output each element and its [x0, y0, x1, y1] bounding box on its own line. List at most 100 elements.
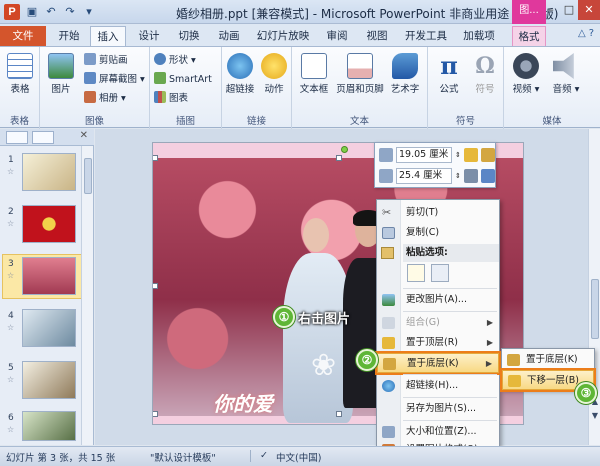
- resize-handle[interactable]: [153, 155, 158, 161]
- tab-design[interactable]: 设计: [132, 26, 166, 46]
- slide-thumbnail-6[interactable]: 6 ☆: [0, 411, 82, 441]
- equation-button[interactable]: π 公式: [434, 53, 464, 96]
- rotate-handle[interactable]: [341, 146, 348, 153]
- theme-status: "默认设计模板": [150, 453, 216, 464]
- screenshot-button[interactable]: 屏幕截图 ▾: [84, 72, 145, 88]
- paste-keep-source-icon[interactable]: [407, 264, 425, 282]
- thumbnail-image: [22, 153, 76, 191]
- table-button[interactable]: 表格: [6, 53, 34, 95]
- spinner-icon[interactable]: ⇕: [455, 151, 461, 159]
- shapes-icon: [154, 53, 166, 65]
- undo-icon[interactable]: ↶: [43, 4, 59, 20]
- close-icon[interactable]: ✕: [80, 130, 88, 141]
- language-status[interactable]: 中文(中国): [276, 450, 321, 464]
- speaker-icon: [553, 53, 574, 79]
- send-back-icon[interactable]: [480, 148, 495, 162]
- chart-icon: [154, 91, 166, 103]
- maximize-icon[interactable]: □: [560, 0, 578, 20]
- send-backward-icon: [508, 375, 521, 387]
- slide-thumbnail-2[interactable]: 2 ☆: [0, 205, 82, 251]
- minimize-ribbon-icon[interactable]: △: [578, 28, 586, 39]
- tab-addins[interactable]: 加载项: [458, 26, 500, 46]
- resize-handle[interactable]: [153, 411, 158, 417]
- scrollbar-thumb[interactable]: [591, 279, 599, 339]
- step-1-label: 右击图片: [298, 312, 351, 327]
- check-icon[interactable]: ✓: [260, 450, 268, 461]
- customize-qat-icon[interactable]: ▾: [81, 4, 97, 20]
- menu-item-group[interactable]: 组合(G) ▶: [377, 313, 499, 333]
- rotate-icon[interactable]: [480, 169, 495, 183]
- thumbnail-scrollbar[interactable]: [81, 146, 93, 445]
- tab-developer[interactable]: 开发工具: [400, 26, 452, 46]
- clipart-button[interactable]: 剪贴画: [84, 53, 128, 69]
- help-icon[interactable]: ?: [589, 28, 594, 39]
- tab-transitions[interactable]: 切换: [172, 26, 206, 46]
- spinner-icon[interactable]: ⇕: [455, 172, 461, 180]
- audio-button[interactable]: 音频 ▾: [550, 53, 582, 95]
- bring-front-icon[interactable]: [463, 148, 478, 162]
- menu-item-send-to-back[interactable]: 置于底层(K) ▶: [375, 351, 501, 375]
- height-input[interactable]: 19.05 厘米: [396, 147, 452, 163]
- send-back-icon: [507, 354, 520, 366]
- animation-star-icon: ☆: [7, 375, 15, 384]
- resize-handle[interactable]: [153, 283, 158, 289]
- resize-handle[interactable]: [336, 155, 342, 161]
- width-input[interactable]: 25.4 厘米: [396, 168, 452, 184]
- header-footer-button[interactable]: 页眉和页脚: [334, 53, 386, 95]
- animation-star-icon: ☆: [7, 271, 15, 280]
- slide-thumbnail-1[interactable]: 1 ☆: [0, 153, 82, 199]
- slide-thumbnail-panel: ✕ 1 ☆ 2 ☆ 3 ☆ 4 ☆ 5 ☆ 6 ☆: [0, 129, 94, 445]
- tab-view[interactable]: 视图: [360, 26, 394, 46]
- next-slide-icon[interactable]: ▼: [589, 411, 600, 420]
- close-icon[interactable]: ✕: [578, 0, 600, 20]
- menu-item-hyperlink[interactable]: 超链接(H)...: [377, 376, 499, 396]
- slide-thumbnail-5[interactable]: 5 ☆: [0, 361, 82, 407]
- paste-as-picture-icon[interactable]: [431, 264, 449, 282]
- outline-tab[interactable]: [32, 131, 54, 144]
- video-button[interactable]: 视频 ▾: [510, 53, 542, 95]
- album-button[interactable]: 相册 ▾: [84, 91, 126, 107]
- menu-item-bring-to-front[interactable]: 置于顶层(R) ▶: [377, 333, 499, 353]
- textbox-button[interactable]: 文本框: [296, 53, 332, 95]
- animation-star-icon: ☆: [7, 323, 15, 332]
- tab-animations[interactable]: 动画: [212, 26, 246, 46]
- wordart-button[interactable]: 艺术字: [386, 53, 424, 95]
- symbol-button[interactable]: Ω 符号: [470, 53, 500, 95]
- shapes-button[interactable]: 形状 ▾: [154, 53, 196, 69]
- slides-tab[interactable]: [6, 131, 28, 144]
- group-images: 图片 剪贴画 屏幕截图 ▾ 相册 ▾ 图像: [40, 47, 150, 129]
- scrollbar-thumb[interactable]: [84, 158, 92, 194]
- tab-slideshow[interactable]: 幻灯片放映: [252, 26, 314, 46]
- action-button[interactable]: 动作: [260, 53, 288, 95]
- table-icon: [7, 53, 33, 79]
- chart-button[interactable]: 图表: [154, 91, 188, 107]
- crop-icon[interactable]: [463, 169, 478, 183]
- menu-item-save-as-picture[interactable]: 另存为图片(S)...: [377, 399, 499, 419]
- submenu-item-send-to-back[interactable]: 置于底层(K): [502, 350, 594, 370]
- minimize-icon[interactable]: –: [542, 0, 560, 20]
- height-icon: [379, 148, 393, 162]
- slide-thumbnail-3[interactable]: 3 ☆: [0, 254, 82, 303]
- status-separator: [250, 450, 251, 462]
- tab-file[interactable]: 文件: [0, 26, 46, 46]
- ribbon-insert: 表格 表格 图片 剪贴画 屏幕截图 ▾ 相册 ▾ 图像 形状 ▾ SmartAr…: [0, 46, 600, 129]
- resize-handle[interactable]: [336, 411, 342, 417]
- tab-review[interactable]: 审阅: [320, 26, 354, 46]
- picture-icon: [48, 53, 74, 79]
- slide-editing-area: ❀ 你的爱 ▲ ▼: [95, 129, 600, 445]
- redo-icon[interactable]: ↷: [62, 4, 78, 20]
- menu-item-copy[interactable]: 复制(C): [377, 223, 499, 243]
- save-icon[interactable]: ▣: [24, 4, 40, 20]
- menu-item-cut[interactable]: ✂ 剪切(T): [377, 203, 499, 223]
- menu-item-change-picture[interactable]: 更改图片(A)...: [377, 290, 499, 310]
- smartart-button[interactable]: SmartArt: [154, 72, 212, 88]
- tab-insert[interactable]: 插入: [90, 26, 126, 47]
- picture-button[interactable]: 图片: [46, 53, 76, 95]
- tab-format[interactable]: 格式: [512, 26, 546, 46]
- textbox-icon: [301, 53, 327, 79]
- slide-thumbnail-4[interactable]: 4 ☆: [0, 309, 82, 355]
- hyperlink-button[interactable]: 超链接: [224, 53, 256, 95]
- paste-icon: [381, 247, 394, 259]
- tab-home[interactable]: 开始: [52, 26, 86, 46]
- menu-item-size-position[interactable]: 大小和位置(Z)...: [377, 422, 499, 442]
